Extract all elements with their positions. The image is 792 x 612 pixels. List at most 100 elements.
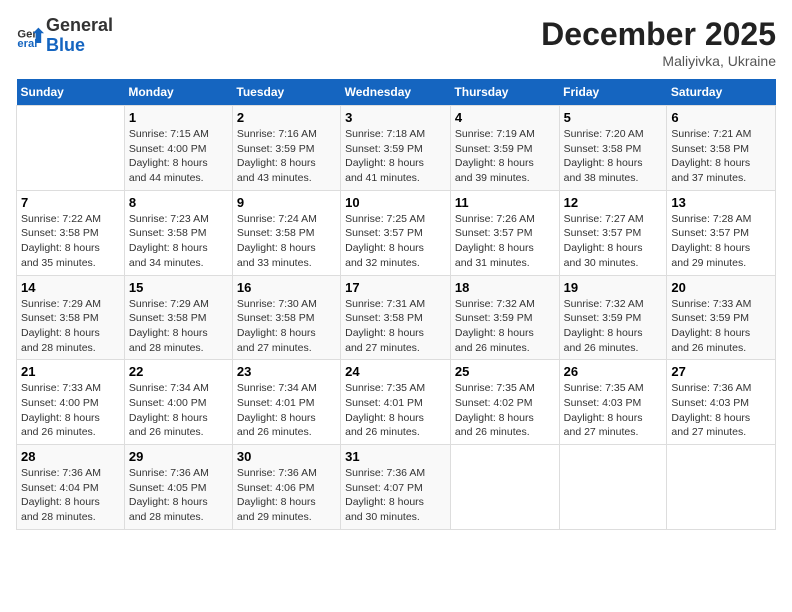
table-row: 6 Sunrise: 7:21 AM Sunset: 3:58 PM Daylig… [667,106,776,191]
day-info: Sunrise: 7:16 AM Sunset: 3:59 PM Dayligh… [237,127,336,186]
day-info: Sunrise: 7:31 AM Sunset: 3:58 PM Dayligh… [345,297,446,356]
day-number: 29 [129,449,228,464]
table-row: 30Sunrise: 7:36 AM Sunset: 4:06 PM Dayli… [232,445,340,530]
table-row: 10 Sunrise: 7:25 AM Sunset: 3:57 PM Dayli… [341,190,451,275]
day-info: Sunrise: 7:25 AM Sunset: 3:57 PM Dayligh… [345,212,446,271]
table-row: 13 Sunrise: 7:28 AM Sunset: 3:57 PM Dayli… [667,190,776,275]
logo-icon: Gen eral [16,22,44,50]
day-number: 7 [21,195,120,210]
day-number: 12 [564,195,663,210]
table-row: 17 Sunrise: 7:31 AM Sunset: 3:58 PM Dayli… [341,275,451,360]
day-info: Sunrise: 7:34 AM Sunset: 4:00 PM Dayligh… [129,381,228,440]
day-info: Sunrise: 7:32 AM Sunset: 3:59 PM Dayligh… [564,297,663,356]
day-info: Sunrise: 7:21 AM Sunset: 3:58 PM Dayligh… [671,127,771,186]
table-row: 26Sunrise: 7:35 AM Sunset: 4:03 PM Dayli… [559,360,667,445]
table-row: 3 Sunrise: 7:18 AM Sunset: 3:59 PM Daylig… [341,106,451,191]
day-number: 3 [345,110,446,125]
day-number: 16 [237,280,336,295]
day-info: Sunrise: 7:30 AM Sunset: 3:58 PM Dayligh… [237,297,336,356]
day-info: Sunrise: 7:36 AM Sunset: 4:05 PM Dayligh… [129,466,228,525]
day-number: 26 [564,364,663,379]
day-info: Sunrise: 7:26 AM Sunset: 3:57 PM Dayligh… [455,212,555,271]
day-number: 9 [237,195,336,210]
calendar-week-row: 21Sunrise: 7:33 AM Sunset: 4:00 PM Dayli… [17,360,776,445]
col-wednesday: Wednesday [341,79,451,106]
day-number: 17 [345,280,446,295]
calendar-week-row: 28 Sunrise: 7:36 AM Sunset: 4:04 PM Dayli… [17,445,776,530]
col-thursday: Thursday [450,79,559,106]
table-row [559,445,667,530]
table-row: 29 Sunrise: 7:36 AM Sunset: 4:05 PM Dayli… [124,445,232,530]
table-row: 22 Sunrise: 7:34 AM Sunset: 4:00 PM Dayli… [124,360,232,445]
day-number: 21 [21,364,120,379]
day-info: Sunrise: 7:36 AM Sunset: 4:07 PM Dayligh… [345,466,446,525]
day-number: 11 [455,195,555,210]
day-number: 28 [21,449,120,464]
day-info: Sunrise: 7:29 AM Sunset: 3:58 PM Dayligh… [21,297,120,356]
table-row: 18 Sunrise: 7:32 AM Sunset: 3:59 PM Dayli… [450,275,559,360]
day-info: Sunrise: 7:34 AM Sunset: 4:01 PM Dayligh… [237,381,336,440]
table-row: 14 Sunrise: 7:29 AM Sunset: 3:58 PM Dayli… [17,275,125,360]
table-row: 24Sunrise: 7:35 AM Sunset: 4:01 PM Dayli… [341,360,451,445]
table-row: 2 Sunrise: 7:16 AM Sunset: 3:59 PM Daylig… [232,106,340,191]
table-row: 31 Sunrise: 7:36 AM Sunset: 4:07 PM Dayli… [341,445,451,530]
day-number: 6 [671,110,771,125]
day-number: 1 [129,110,228,125]
table-row: 23 Sunrise: 7:34 AM Sunset: 4:01 PM Dayli… [232,360,340,445]
day-info: Sunrise: 7:32 AM Sunset: 3:59 PM Dayligh… [455,297,555,356]
table-row: 7 Sunrise: 7:22 AM Sunset: 3:58 PM Daylig… [17,190,125,275]
table-row: 11 Sunrise: 7:26 AM Sunset: 3:57 PM Dayli… [450,190,559,275]
calendar-week-row: 14 Sunrise: 7:29 AM Sunset: 3:58 PM Dayli… [17,275,776,360]
calendar-week-row: 1Sunrise: 7:15 AM Sunset: 4:00 PM Daylig… [17,106,776,191]
table-row: 19 Sunrise: 7:32 AM Sunset: 3:59 PM Dayli… [559,275,667,360]
day-number: 25 [455,364,555,379]
table-row: 4 Sunrise: 7:19 AM Sunset: 3:59 PM Daylig… [450,106,559,191]
day-info: Sunrise: 7:20 AM Sunset: 3:58 PM Dayligh… [564,127,663,186]
day-info: Sunrise: 7:18 AM Sunset: 3:59 PM Dayligh… [345,127,446,186]
day-number: 19 [564,280,663,295]
day-info: Sunrise: 7:33 AM Sunset: 3:59 PM Dayligh… [671,297,771,356]
day-number: 13 [671,195,771,210]
calendar-table: Sunday Monday Tuesday Wednesday Thursday… [16,79,776,530]
table-row [667,445,776,530]
day-info: Sunrise: 7:36 AM Sunset: 4:03 PM Dayligh… [671,381,771,440]
table-row: 16 Sunrise: 7:30 AM Sunset: 3:58 PM Dayli… [232,275,340,360]
table-row: 15 Sunrise: 7:29 AM Sunset: 3:58 PM Dayli… [124,275,232,360]
col-friday: Friday [559,79,667,106]
logo-text-line2: Blue [46,36,113,56]
day-info: Sunrise: 7:36 AM Sunset: 4:06 PM Dayligh… [237,466,336,525]
day-info: Sunrise: 7:35 AM Sunset: 4:02 PM Dayligh… [455,381,555,440]
day-number: 24 [345,364,446,379]
calendar-week-row: 7 Sunrise: 7:22 AM Sunset: 3:58 PM Daylig… [17,190,776,275]
day-number: 15 [129,280,228,295]
day-number: 2 [237,110,336,125]
day-info: Sunrise: 7:22 AM Sunset: 3:58 PM Dayligh… [21,212,120,271]
day-number: 18 [455,280,555,295]
day-number: 14 [21,280,120,295]
day-info: Sunrise: 7:19 AM Sunset: 3:59 PM Dayligh… [455,127,555,186]
day-number: 10 [345,195,446,210]
col-sunday: Sunday [17,79,125,106]
logo: Gen eral General Blue [16,16,113,56]
day-info: Sunrise: 7:29 AM Sunset: 3:58 PM Dayligh… [129,297,228,356]
table-row: 28 Sunrise: 7:36 AM Sunset: 4:04 PM Dayli… [17,445,125,530]
day-info: Sunrise: 7:27 AM Sunset: 3:57 PM Dayligh… [564,212,663,271]
location-subtitle: Maliyivka, Ukraine [541,53,776,69]
day-number: 22 [129,364,228,379]
col-monday: Monday [124,79,232,106]
day-number: 8 [129,195,228,210]
table-row: 20 Sunrise: 7:33 AM Sunset: 3:59 PM Dayli… [667,275,776,360]
day-number: 31 [345,449,446,464]
table-row [17,106,125,191]
logo-text-line1: General [46,16,113,36]
day-info: Sunrise: 7:23 AM Sunset: 3:58 PM Dayligh… [129,212,228,271]
table-row: 9Sunrise: 7:24 AM Sunset: 3:58 PM Daylig… [232,190,340,275]
day-number: 27 [671,364,771,379]
day-number: 23 [237,364,336,379]
title-block: December 2025 Maliyivka, Ukraine [541,16,776,69]
day-info: Sunrise: 7:28 AM Sunset: 3:57 PM Dayligh… [671,212,771,271]
day-info: Sunrise: 7:36 AM Sunset: 4:04 PM Dayligh… [21,466,120,525]
day-number: 4 [455,110,555,125]
table-row: 27 Sunrise: 7:36 AM Sunset: 4:03 PM Dayli… [667,360,776,445]
day-number: 20 [671,280,771,295]
